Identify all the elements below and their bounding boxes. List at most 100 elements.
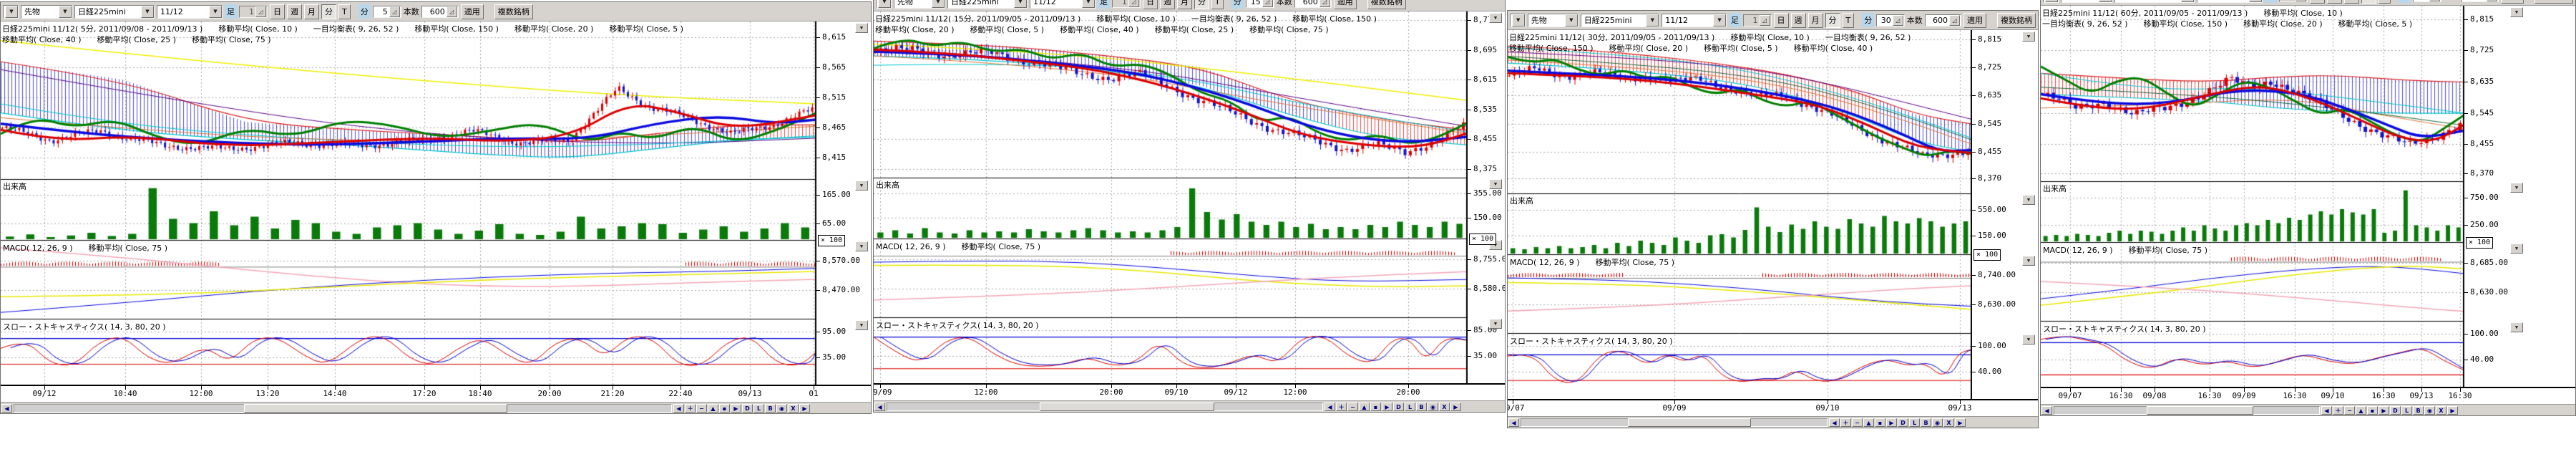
h-scrollbar[interactable]: ◀◀＋−▲▪▶DLB◉X▶ — [1, 402, 871, 413]
scroll-thumb[interactable] — [1040, 403, 1214, 411]
multi-symbol-button[interactable]: 複数銘柄 — [2534, 0, 2573, 4]
chart-tool-button[interactable]: ◀ — [1324, 403, 1335, 411]
chart-tool-button[interactable]: X — [1943, 418, 1954, 427]
pane-dropdown-button[interactable]: ▼ — [2022, 195, 2035, 205]
spinner-icon[interactable]: ◿ — [1760, 15, 1770, 26]
contract-select[interactable]: 11/12▼ — [2197, 0, 2263, 3]
contract-select[interactable]: 11/12▼ — [1662, 14, 1727, 27]
period-minute-button[interactable]: 分 — [1194, 0, 1209, 9]
contract-select[interactable]: 11/12▼ — [157, 5, 223, 19]
chart-tool-button[interactable]: ▶ — [731, 404, 741, 413]
chart-tool-button[interactable]: ＋ — [685, 404, 696, 413]
chart-tool-button[interactable]: L — [1405, 403, 1415, 411]
chart-tool-button[interactable]: ◉ — [2424, 406, 2435, 415]
chart-tool-button[interactable]: ▲ — [1863, 418, 1874, 427]
scroll-thumb[interactable] — [244, 404, 507, 413]
spinner-icon[interactable]: ◿ — [2429, 0, 2440, 1]
minute-spinner[interactable]: 15◿ — [1246, 0, 1274, 8]
chart-area[interactable]: 日経225mini 11/12( 5分, 2011/09/08 - 2011/0… — [1, 21, 816, 385]
chart-tool-button[interactable]: − — [696, 404, 707, 413]
apply-button[interactable]: 適用 — [2501, 0, 2524, 4]
chart-tool-button[interactable]: ＋ — [1336, 403, 1347, 411]
symbol-select[interactable]: 日経225mini▼ — [947, 0, 1028, 9]
apply-button[interactable]: 適用 — [1334, 0, 1357, 9]
period-month-button[interactable]: 月 — [2344, 0, 2359, 4]
chart-tool-button[interactable]: B — [1921, 418, 1931, 427]
chart-tool-button[interactable]: ＋ — [1840, 418, 1851, 427]
h-scrollbar[interactable]: ◀◀＋−▲▪▶DLB◉X▶ — [1508, 416, 2038, 428]
scroll-left-button[interactable]: ◀ — [1, 404, 12, 413]
chart-tool-button[interactable]: ▪ — [1875, 418, 1885, 427]
period-month-button[interactable]: 月 — [1177, 0, 1192, 9]
chart-tool-button[interactable]: ◀ — [673, 404, 684, 413]
symbol-select[interactable]: 日経225mini▼ — [2114, 0, 2195, 3]
chart-tool-button[interactable]: D — [2390, 406, 2401, 415]
period-day-button[interactable]: 日 — [1143, 0, 1158, 9]
period-day-button[interactable]: 日 — [270, 4, 285, 19]
multi-symbol-button[interactable]: 複数銘柄 — [1997, 13, 2036, 28]
period-tick-button[interactable]: T — [338, 4, 351, 19]
pane-dropdown-button[interactable]: ▼ — [1489, 179, 1502, 189]
category-select[interactable]: 先物▼ — [894, 0, 945, 9]
period-tick-button[interactable]: T — [1211, 0, 1224, 9]
chart-tool-button[interactable]: ▲ — [708, 404, 718, 413]
chart-tool-button[interactable]: ◉ — [1932, 418, 1943, 427]
period-week-button[interactable]: 週 — [2327, 0, 2342, 4]
pane-dropdown-button[interactable]: ▼ — [2510, 7, 2523, 17]
spinner-icon[interactable]: ◿ — [1949, 15, 1960, 26]
spinner-icon[interactable]: ◿ — [1319, 0, 1330, 7]
chart-tool-button[interactable]: ▶ — [1886, 418, 1897, 427]
chart-tool-button[interactable]: L — [753, 404, 764, 413]
chart-tool-button[interactable]: ▪ — [719, 404, 730, 413]
period-minute-button[interactable]: 分 — [1825, 13, 1840, 28]
apply-button[interactable]: 適用 — [461, 4, 484, 19]
pane-dropdown-button[interactable]: ▼ — [855, 241, 868, 251]
chart-tool-button[interactable]: D — [1393, 403, 1404, 411]
spinner-icon[interactable]: ◿ — [389, 6, 400, 17]
chart-area[interactable]: 日経225mini 11/12( 15分, 2011/09/05 - 2011/… — [874, 11, 1468, 383]
window-menu-combo[interactable]: ▼ — [3, 5, 19, 19]
chart-area[interactable]: 日経225mini 11/12( 60分, 2011/09/05 - 2011/… — [2041, 6, 2464, 387]
count-spinner[interactable]: 600◿ — [421, 6, 459, 18]
category-select[interactable]: 先物▼ — [21, 5, 72, 19]
chart-tool-button[interactable]: X — [1439, 403, 1450, 411]
period-week-button[interactable]: 週 — [1791, 13, 1806, 28]
spinner-icon[interactable]: ◿ — [2296, 0, 2306, 1]
period-minute-button[interactable]: 分 — [2361, 0, 2376, 4]
count-spinner[interactable]: 600◿ — [1294, 0, 1332, 8]
period-month-button[interactable]: 月 — [304, 4, 319, 19]
period-day-button[interactable]: 日 — [1774, 13, 1789, 28]
multi-symbol-button[interactable]: 複数銘柄 — [1367, 0, 1406, 9]
chart-tool-button[interactable]: ◉ — [1428, 403, 1438, 411]
chart-tool-button[interactable]: ▲ — [1359, 403, 1370, 411]
count-spinner[interactable]: 600◿ — [1925, 14, 1961, 27]
chart-tool-button[interactable]: D — [1898, 418, 1908, 427]
period-day-button[interactable]: 日 — [2310, 0, 2325, 4]
pane-dropdown-button[interactable]: ▼ — [2022, 32, 2035, 42]
chart-tool-button[interactable]: ▶ — [1450, 403, 1461, 411]
bar-interval-spinner[interactable]: 1◿ — [239, 6, 268, 18]
chart-tool-button[interactable]: ▶ — [799, 404, 810, 413]
pane-dropdown-button[interactable]: ▼ — [855, 180, 868, 191]
chart-tool-button[interactable]: ▶ — [1955, 418, 1966, 427]
count-spinner[interactable]: 600◿ — [2462, 0, 2499, 2]
symbol-select[interactable]: 日経225mini▼ — [74, 5, 155, 19]
window-menu-combo[interactable]: ▼ — [2043, 0, 2059, 3]
chart-tool-button[interactable]: − — [1347, 403, 1358, 411]
pane-dropdown-button[interactable]: ▼ — [2510, 244, 2523, 254]
chart-tool-button[interactable]: B — [2413, 406, 2424, 415]
chart-tool-button[interactable]: ▪ — [1370, 403, 1381, 411]
chart-tool-button[interactable]: ＋ — [2333, 406, 2343, 415]
scroll-thumb[interactable] — [2147, 406, 2253, 415]
bar-interval-spinner[interactable]: 1◿ — [1112, 0, 1141, 8]
chart-tool-button[interactable]: ▶ — [2447, 406, 2458, 415]
chart-area[interactable]: 日経225mini 11/12( 30分, 2011/09/05 - 2011/… — [1508, 30, 1972, 399]
scroll-left-button[interactable]: ◀ — [1508, 418, 1519, 427]
chart-tool-button[interactable]: ▶ — [1382, 403, 1392, 411]
chart-tool-button[interactable]: L — [1909, 418, 1920, 427]
pane-dropdown-button[interactable]: ▼ — [2022, 256, 2035, 266]
pane-dropdown-button[interactable]: ▼ — [1489, 319, 1502, 329]
pane-dropdown-button[interactable]: ▼ — [2022, 334, 2035, 345]
period-tick-button[interactable]: T — [1843, 13, 1855, 28]
pane-dropdown-button[interactable]: ▼ — [855, 320, 868, 330]
